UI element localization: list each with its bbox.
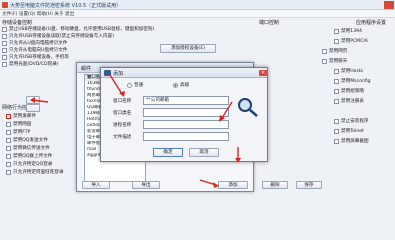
arrow-radio bbox=[109, 74, 123, 95]
arrow-field bbox=[221, 101, 233, 119]
annotation-arrows bbox=[30, 74, 241, 188]
